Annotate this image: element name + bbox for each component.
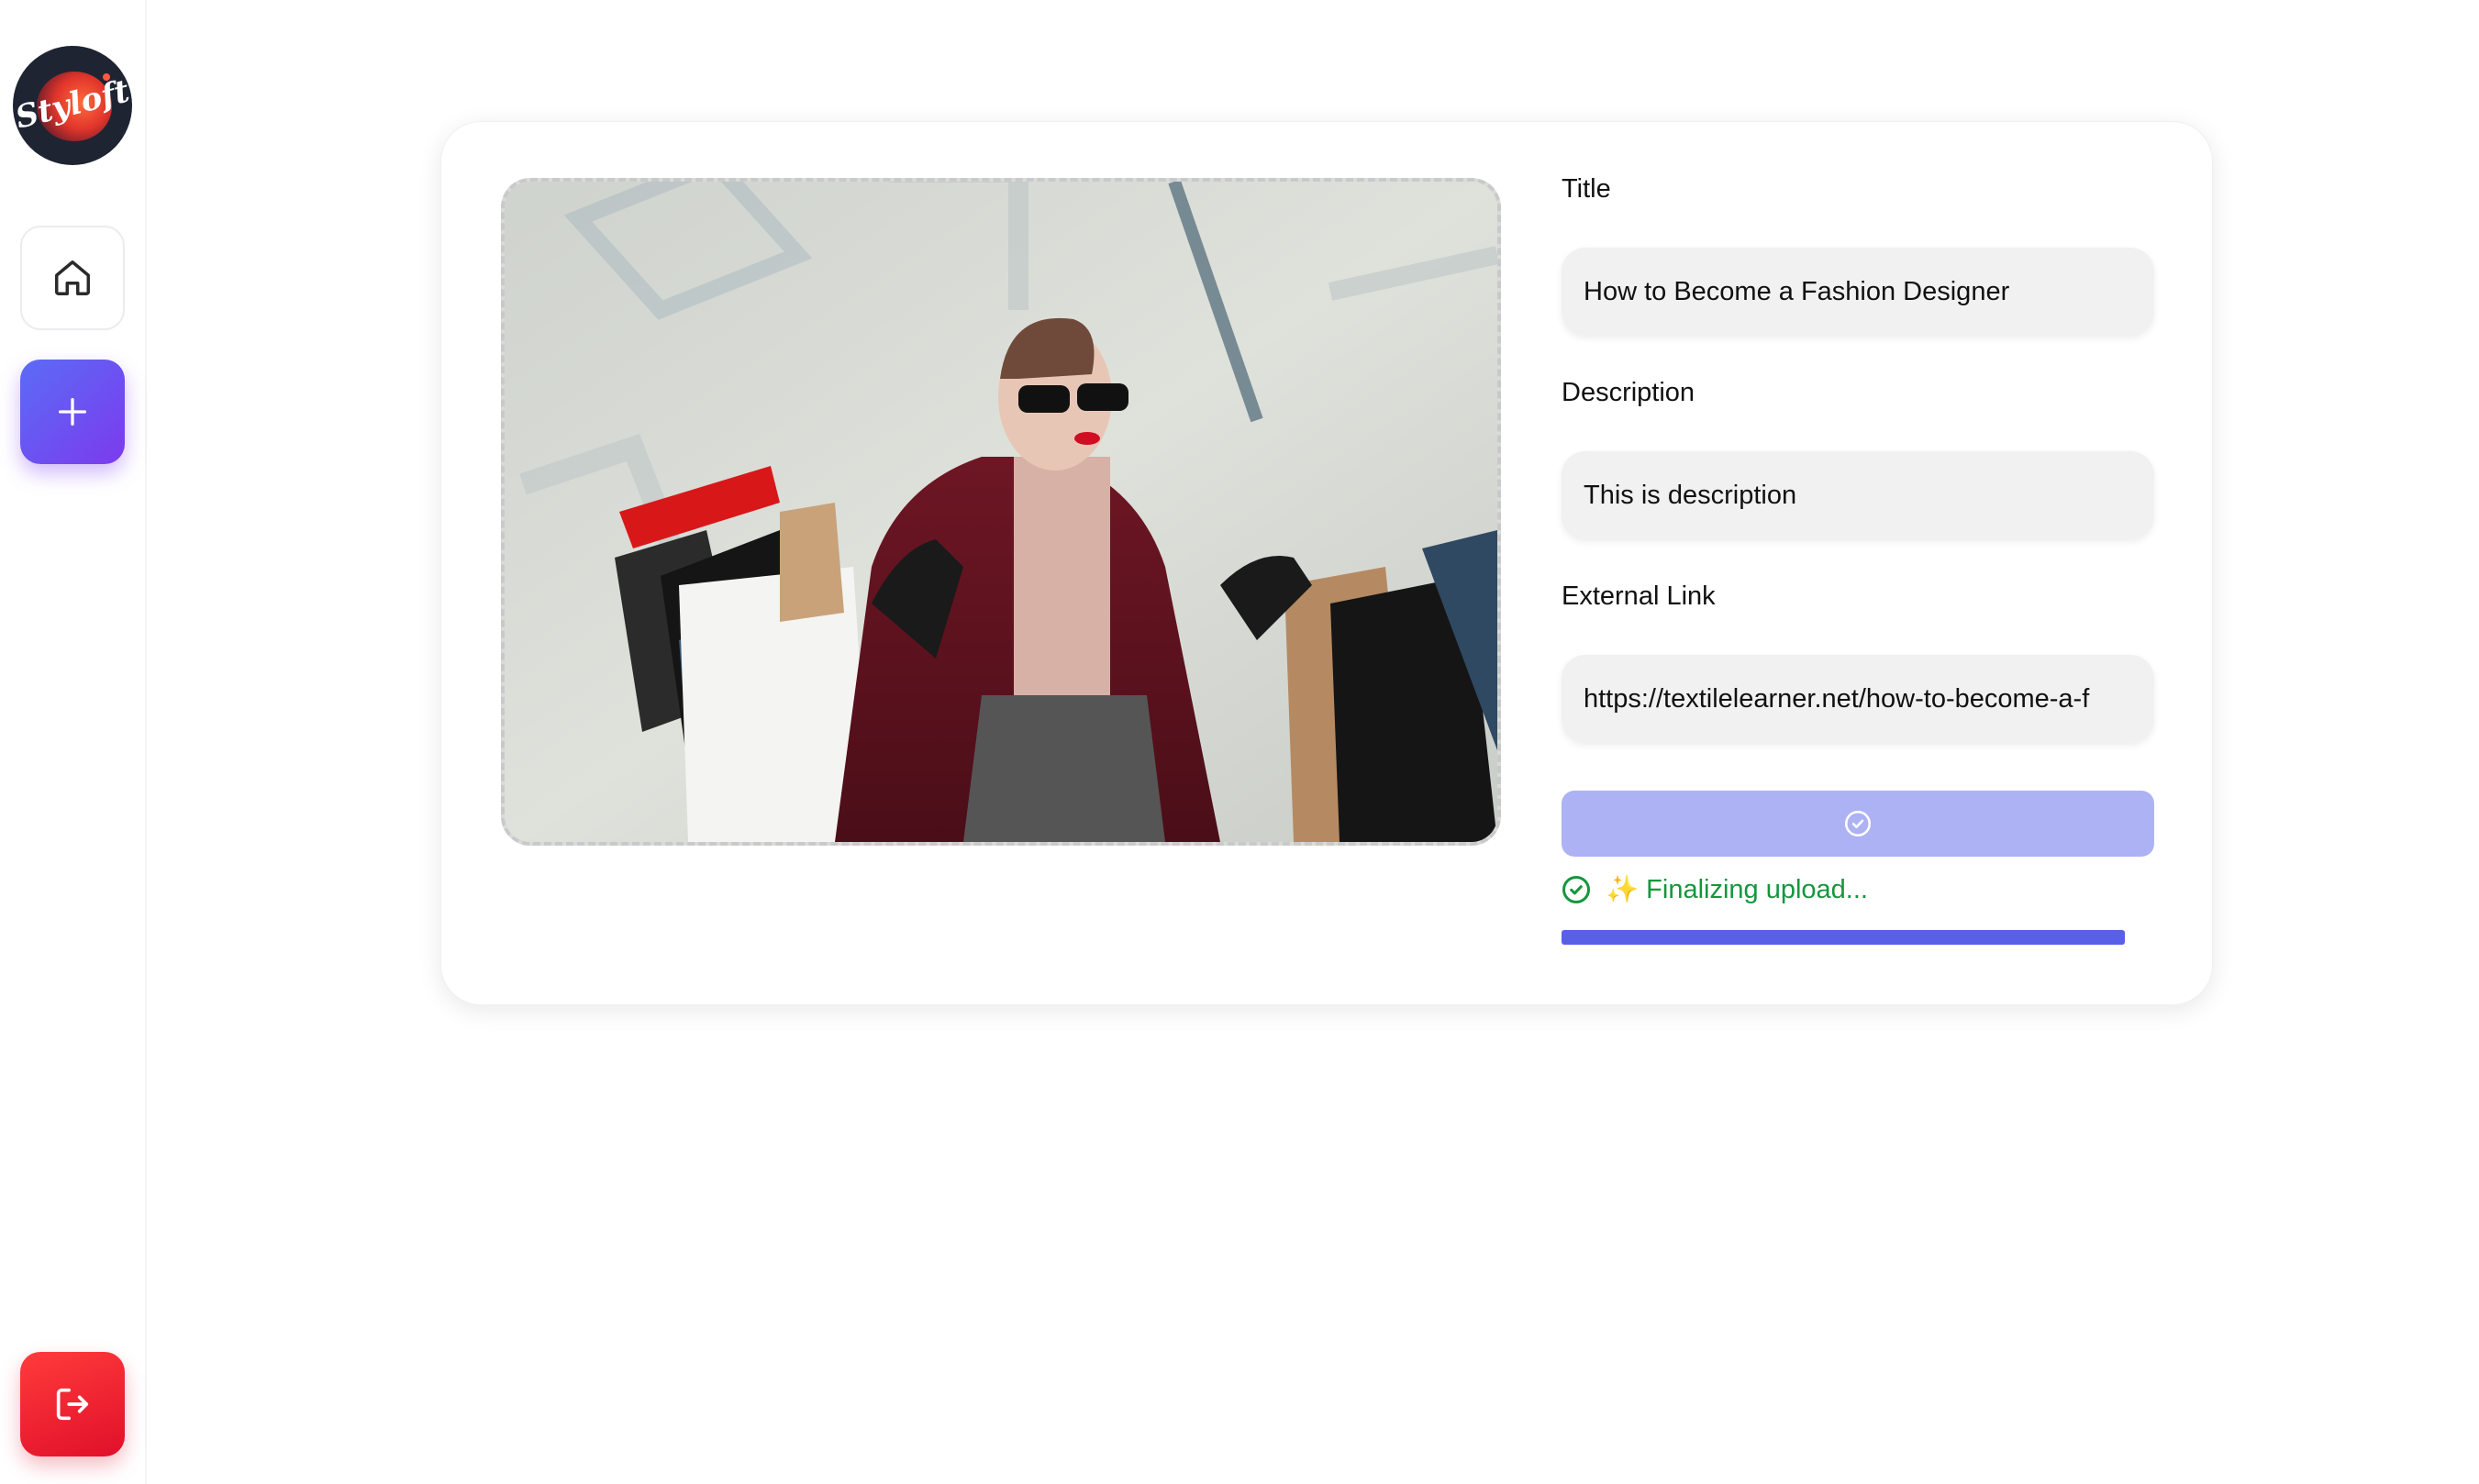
logout-icon bbox=[56, 1388, 89, 1421]
plus-icon bbox=[59, 398, 87, 426]
title-input[interactable]: How to Become a Fashion Designer bbox=[1562, 248, 2154, 336]
description-input[interactable]: This is description bbox=[1562, 451, 2154, 539]
check-circle-icon bbox=[1844, 810, 1872, 837]
nav-home-button[interactable] bbox=[20, 226, 125, 330]
title-label: Title bbox=[1562, 174, 1611, 204]
submit-button[interactable] bbox=[1562, 791, 2154, 857]
sidebar: Styloft bbox=[0, 0, 147, 1484]
uploaded-image-preview bbox=[505, 182, 1497, 842]
nav-add-button[interactable] bbox=[20, 360, 125, 464]
brand-logo[interactable]: Styloft bbox=[13, 46, 132, 165]
upload-status: ✨ Finalizing upload... bbox=[1560, 871, 1868, 908]
upload-status-text: ✨ Finalizing upload... bbox=[1606, 875, 1868, 904]
home-icon bbox=[55, 260, 90, 295]
image-dropzone[interactable] bbox=[501, 178, 1501, 846]
upload-progress-bar bbox=[1562, 930, 2125, 945]
description-label: Description bbox=[1562, 378, 1695, 407]
logout-button[interactable] bbox=[20, 1352, 125, 1456]
success-check-icon bbox=[1562, 876, 1590, 903]
external-link-input[interactable]: https://textilelearner.net/how-to-become… bbox=[1562, 655, 2154, 743]
logo-dot bbox=[103, 73, 110, 81]
external-link-label: External Link bbox=[1562, 581, 1716, 611]
upload-progress-fill bbox=[1562, 930, 2125, 945]
